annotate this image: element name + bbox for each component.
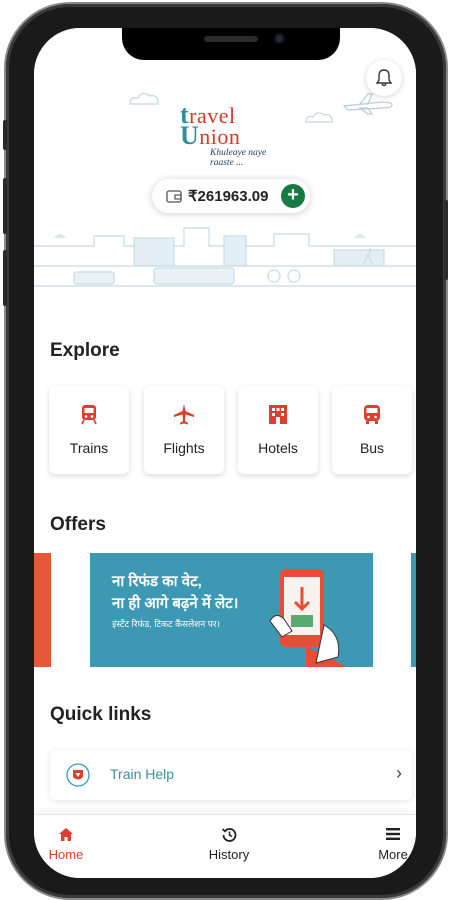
add-money-button[interactable]: + — [281, 184, 305, 208]
bottom-navigation: Home History More — [34, 814, 416, 878]
quick-link-label: Train Help — [110, 766, 175, 782]
train-help-icon — [66, 763, 90, 787]
offer-headline: ना रिफंड का वेट, — [112, 573, 202, 590]
offer-banner[interactable]: ना रिफंड का वेट, ना ही आगे बढ़ने में लेट… — [90, 553, 373, 667]
cloud-illustration — [305, 112, 333, 123]
chevron-right-icon: › — [396, 763, 402, 783]
quick-link-train-help[interactable]: Train Help › — [50, 750, 412, 800]
power-button — [444, 200, 448, 280]
explore-label: Bus — [359, 440, 385, 456]
mute-switch — [3, 120, 7, 150]
notch — [122, 28, 340, 60]
quick-links-title: Quick links — [50, 704, 152, 725]
nav-label: History — [208, 847, 250, 862]
offer-banner-prev[interactable] — [34, 553, 51, 667]
explore-label: Hotels — [258, 440, 298, 456]
nav-more[interactable]: More — [376, 825, 410, 862]
travel-union-logo: travel Union Khuleaye naye raaste ... — [180, 102, 290, 169]
bus-icon — [364, 405, 380, 424]
flight-icon — [174, 404, 194, 425]
speaker-grille — [204, 36, 258, 42]
wallet-amount: ₹261963.09 — [188, 188, 269, 205]
explore-title: Explore — [50, 340, 120, 361]
explore-label: Flights — [163, 440, 205, 456]
explore-card-bus[interactable]: Bus — [332, 386, 412, 474]
front-camera — [274, 33, 285, 44]
home-icon — [59, 827, 73, 841]
train-icon — [81, 405, 97, 425]
offer-subtext: इंस्टेंट रिफंड, टिकट कैंसलेशन पर। — [112, 619, 220, 629]
wallet-balance-pill[interactable]: ₹261963.09 + — [152, 179, 310, 213]
skyline-illustration — [34, 227, 416, 287]
menu-icon — [386, 828, 400, 840]
volume-down-button — [3, 250, 7, 306]
offers-title: Offers — [50, 514, 106, 535]
nav-label: More — [378, 847, 408, 862]
explore-card-trains[interactable]: Trains — [49, 386, 129, 474]
brand-tagline: Khuleaye naye raaste ... — [210, 148, 267, 168]
nav-home[interactable]: Home — [48, 825, 84, 862]
app-screen: travel Union Khuleaye naye raaste ... ₹2… — [34, 28, 416, 878]
phone-refund-illustration — [269, 569, 346, 667]
cloud-illustration — [129, 92, 159, 105]
wallet-icon — [166, 190, 182, 203]
notification-button[interactable] — [366, 60, 402, 96]
explore-card-hotels[interactable]: Hotels — [238, 386, 318, 474]
header-hero: travel Union Khuleaye naye raaste ... ₹2… — [34, 28, 416, 296]
nav-history[interactable]: History — [204, 825, 254, 862]
offer-headline: ना ही आगे बढ़ने में लेट। — [112, 595, 239, 612]
nav-label: Home — [48, 847, 84, 862]
explore-label: Trains — [69, 440, 109, 456]
hotel-icon — [269, 405, 287, 424]
offer-banner-next[interactable] — [411, 553, 416, 667]
history-icon — [221, 827, 236, 842]
volume-up-button — [3, 178, 7, 234]
bell-icon — [376, 69, 392, 87]
explore-card-flights[interactable]: Flights — [144, 386, 224, 474]
